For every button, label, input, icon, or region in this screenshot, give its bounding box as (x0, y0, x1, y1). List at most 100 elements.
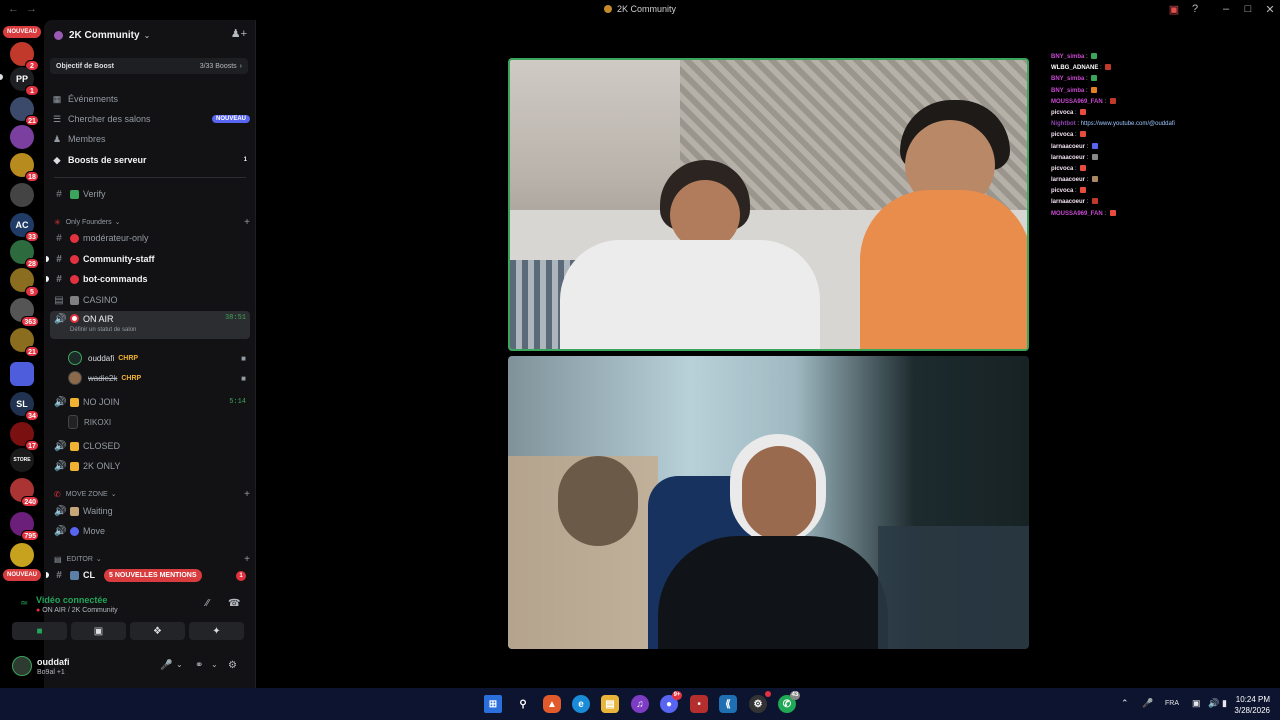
chat-separator: : (1085, 199, 1091, 206)
boost-goal-bar[interactable]: Objectif de Boost 3/33 Boosts › (50, 58, 248, 74)
voice-user-ouddafi[interactable]: ouddafi CHRP ■ (68, 349, 250, 367)
minimize-button[interactable]: – (1219, 3, 1233, 15)
voice-channel-on-air[interactable]: 🔊 ON AIR 38:51 Définir un statut de salo… (50, 311, 250, 339)
discord-icon[interactable]: ● 9+ (660, 691, 682, 713)
headphones-icon[interactable]: ⚭ (195, 660, 203, 671)
add-channel-icon[interactable]: + (244, 489, 250, 500)
server-folder-icon[interactable] (10, 362, 34, 386)
new-servers-tag[interactable]: NOUVEAU (3, 569, 41, 581)
voice-channel-waiting[interactable]: 🔊 Waiting (50, 502, 250, 520)
add-channel-icon[interactable]: + (244, 554, 250, 565)
disconnect-icon[interactable]: ☎ (228, 598, 240, 609)
signal-icon[interactable]: ≃ (20, 598, 28, 609)
file-explorer-icon[interactable]: ▤ (601, 695, 619, 713)
noise-suppression-icon[interactable]: ∕∕ (206, 598, 209, 609)
channel-verify[interactable]: # Verify (50, 185, 250, 203)
boost-count: 3/33 Boosts (199, 62, 237, 70)
close-button[interactable]: ✕ (1263, 3, 1277, 16)
server-icon[interactable]: 28 (10, 240, 39, 269)
new-servers-tag[interactable]: NOUVEAU (3, 26, 41, 38)
voice-channel-closed[interactable]: 🔊 CLOSED (50, 437, 250, 455)
maximize-button[interactable]: □ (1241, 3, 1255, 15)
server-icon[interactable]: 18 (10, 153, 39, 182)
server-icon[interactable]: STORE (10, 448, 34, 472)
server-icon[interactable]: AC 33 (10, 213, 39, 242)
channel-moderator-only[interactable]: # modérateur-only (50, 229, 250, 247)
server-icon[interactable]: 2 (10, 42, 39, 71)
voice-location[interactable]: ● ON AIR / 2K Community (36, 607, 118, 614)
channel-sidebar: 2K Community ⌄ ♟+ Objectif de Boost 3/33… (44, 20, 256, 688)
chevron-up-icon[interactable]: ⌃ (1121, 698, 1129, 709)
activities-button[interactable]: ❖ (130, 622, 185, 640)
gear-icon[interactable]: ⚙ (228, 660, 237, 671)
mention-badge: 21 (25, 115, 39, 126)
avatar (68, 371, 82, 385)
start-icon[interactable]: ⊞ (484, 695, 502, 713)
menu-events[interactable]: ▦ Événements (52, 90, 250, 108)
user-info[interactable]: ouddafi Bo9al +1 (37, 657, 70, 676)
inbox-icon[interactable]: ▣ (1167, 3, 1181, 16)
language-indicator[interactable]: FRA (1165, 700, 1179, 707)
system-clock[interactable]: 10:24 PM 3/28/2026 (1234, 694, 1270, 716)
server-icon[interactable]: 240 (10, 478, 39, 507)
user-name: wadie2k (88, 373, 118, 383)
new-mentions-banner[interactable]: 5 NOUVELLES MENTIONS (104, 569, 202, 582)
help-icon[interactable]: ? (1188, 3, 1202, 15)
server-icon[interactable] (10, 183, 34, 207)
channel-casino[interactable]: ▤ CASINO (50, 291, 250, 309)
server-icon[interactable] (10, 125, 34, 149)
server-icon[interactable]: 21 (10, 97, 39, 126)
channel-bot-commands[interactable]: # bot-commands (46, 270, 250, 288)
user-avatar[interactable] (12, 656, 32, 676)
server-icon[interactable] (10, 543, 34, 567)
brave-browser-icon[interactable]: ▲ (543, 695, 561, 713)
camera-icon: ■ (36, 625, 43, 637)
voice-user-rikoxi[interactable]: RIKOXI (68, 413, 250, 431)
search-icon[interactable]: ⚲ (514, 695, 532, 713)
menu-browse-channels[interactable]: ☰ Chercher des salons NOUVEAU (52, 110, 250, 128)
discord-app-window: ← → 2K Community ▣ ? – □ ✕ NOUVEAU 2 PP 1… (0, 0, 1280, 720)
menu-members[interactable]: ♟ Membres (52, 130, 250, 148)
microphone-icon[interactable]: 🎤 (1142, 698, 1153, 709)
server-icon[interactable]: 795 (10, 512, 39, 541)
edge-browser-icon[interactable]: e (572, 695, 590, 713)
person-hoodie-white (560, 240, 820, 349)
chevron-down-icon[interactable]: ⌄ (211, 660, 218, 669)
network-icon[interactable]: ▣ (1192, 698, 1201, 709)
spotify-icon[interactable]: ♫ (631, 695, 649, 713)
category-editor[interactable]: ▤ EDITOR ⌄ + (54, 553, 250, 565)
steam-icon[interactable]: ⚙ (749, 691, 771, 713)
vscode-icon[interactable]: ⟪ (719, 695, 737, 713)
soundboard-button[interactable]: ✦ (189, 622, 244, 640)
voice-user-wadie2k[interactable]: wadie2k CHRP ■ (68, 369, 250, 387)
add-member-icon[interactable]: ♟+ (231, 27, 247, 40)
server-icon[interactable]: 17 (10, 422, 39, 451)
channel-community-staff[interactable]: # Community-staff (46, 250, 250, 268)
screen-share-button[interactable]: ▣ (71, 622, 126, 640)
microphone-icon[interactable]: 🎤 (160, 660, 172, 671)
voice-channel-2k-only[interactable]: 🔊 2K ONLY (50, 457, 250, 475)
server-icon[interactable]: SL 34 (10, 392, 39, 421)
server-icon[interactable]: 363 (10, 298, 39, 327)
server-icon[interactable]: 5 (10, 268, 39, 297)
category-only-founders[interactable]: ✳ Only Founders ⌄ + (54, 216, 250, 228)
voice-channel-no-join[interactable]: 🔊 NO JOIN 5:14 (50, 393, 250, 411)
battery-icon[interactable]: ▮ (1222, 698, 1227, 709)
video-tile-ouddafi[interactable] (508, 58, 1029, 351)
server-header[interactable]: 2K Community ⌄ ♟+ (44, 20, 255, 50)
voice-channel-move[interactable]: 🔊 Move (50, 522, 250, 540)
chat-author: BNY_simba (1051, 76, 1085, 83)
whatsapp-icon[interactable]: ✆ 43 (778, 691, 800, 713)
server-icon[interactable]: 21 (10, 328, 39, 357)
chat-text[interactable]: https://www.youtube.com/@ouddafi (1081, 121, 1175, 127)
chevron-down-icon[interactable]: ⌄ (176, 660, 183, 669)
camera-button[interactable]: ■ (12, 622, 67, 640)
server-icon[interactable]: PP 1 (10, 67, 39, 96)
set-channel-status[interactable]: Définir un statut de salon (70, 327, 136, 333)
menu-server-boosts[interactable]: ◆ Boosts de serveur 1 (52, 151, 250, 169)
add-channel-icon[interactable]: + (244, 217, 250, 228)
app-icon[interactable]: ■ (690, 695, 708, 713)
video-tile-wadie2k[interactable] (508, 356, 1029, 649)
volume-icon[interactable]: 🔊 (1208, 698, 1219, 709)
category-move-zone[interactable]: ✆ MOVE ZONE ⌄ + (54, 488, 250, 500)
